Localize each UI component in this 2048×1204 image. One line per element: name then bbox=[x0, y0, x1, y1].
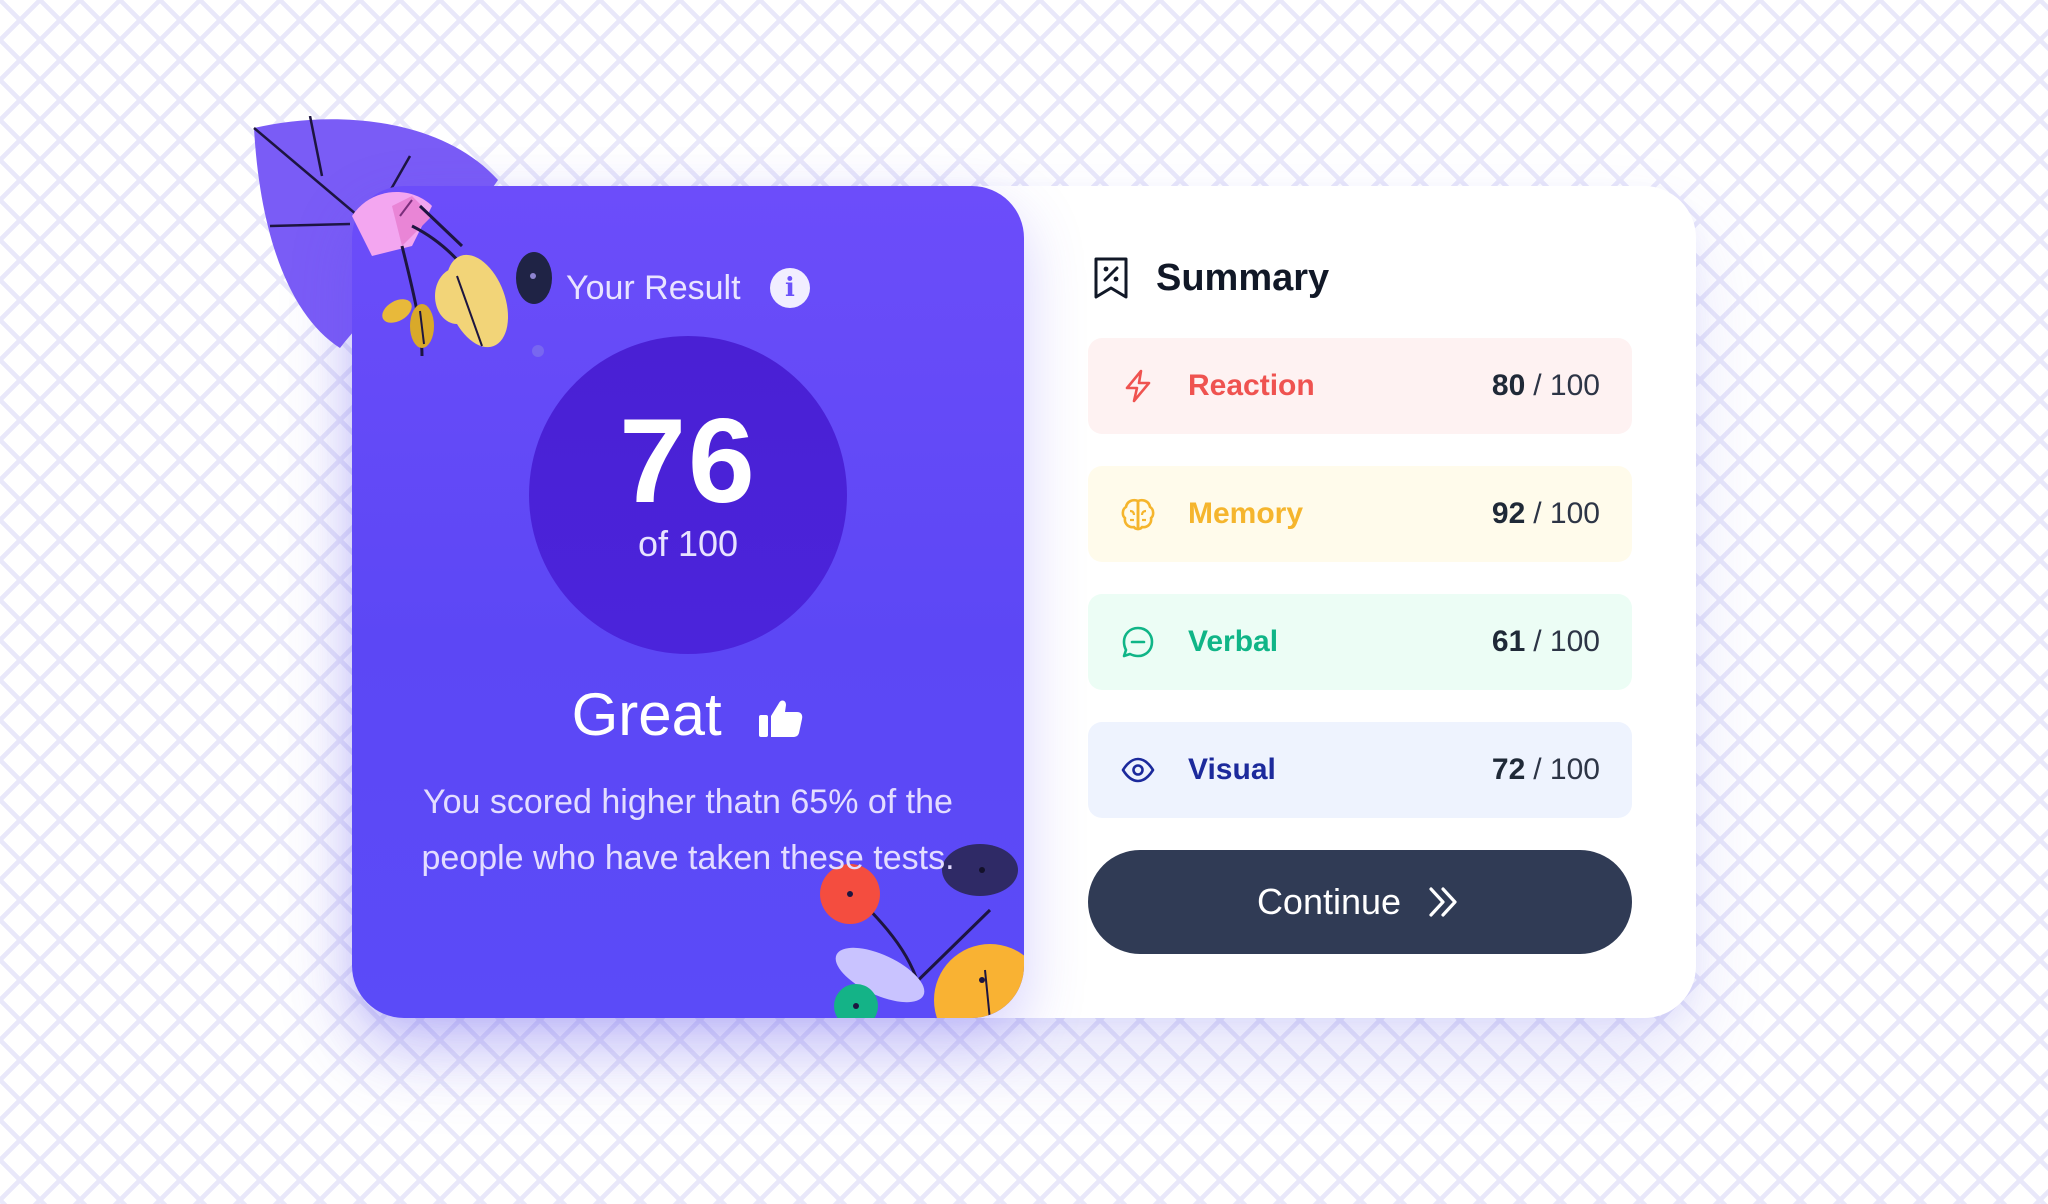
result-heading-text: Your Result bbox=[566, 269, 741, 308]
category-max: / 100 bbox=[1533, 497, 1600, 530]
eye-icon bbox=[1121, 757, 1155, 783]
chat-bubble-icon bbox=[1122, 626, 1154, 658]
category-reaction: Reaction 80 / 100 bbox=[1088, 338, 1632, 434]
score-value: 76 bbox=[619, 394, 757, 528]
category-max: / 100 bbox=[1533, 369, 1600, 402]
continue-label: Continue bbox=[1256, 881, 1402, 922]
category-name: Reaction bbox=[1188, 369, 1315, 402]
category-score: 61 bbox=[1491, 625, 1526, 658]
category-memory: Memory 92 / 100 bbox=[1088, 466, 1632, 562]
result-description: You scored higher thatn 65% of the peopl… bbox=[421, 783, 955, 877]
summary-title: Summary bbox=[1156, 256, 1330, 299]
category-name: Verbal bbox=[1188, 625, 1279, 658]
rating: Great bbox=[352, 678, 1024, 752]
category-max: / 100 bbox=[1533, 753, 1600, 786]
rating-text: Great bbox=[571, 681, 722, 748]
score-total: of 100 bbox=[637, 523, 739, 564]
info-icon[interactable]: i bbox=[769, 268, 810, 309]
result-heading: Your Result i bbox=[352, 262, 1024, 312]
continue-button[interactable]: Continue bbox=[1088, 850, 1632, 954]
receipt-icon bbox=[1094, 257, 1128, 299]
category-visual: Visual 72 / 100 bbox=[1088, 722, 1632, 818]
category-score: 72 bbox=[1491, 753, 1526, 786]
category-name: Memory bbox=[1188, 497, 1304, 530]
double-chevron-right-icon bbox=[1429, 887, 1457, 917]
summary-header: Summary bbox=[1092, 254, 1329, 302]
lightning-icon bbox=[1125, 369, 1151, 403]
category-name: Visual bbox=[1188, 753, 1276, 786]
brain-icon bbox=[1121, 498, 1155, 531]
thumbs-up-icon bbox=[759, 700, 803, 738]
category-max: / 100 bbox=[1533, 625, 1600, 658]
category-score: 92 bbox=[1491, 497, 1526, 530]
score-circle: 76 of 100 bbox=[529, 336, 847, 654]
category-score: 80 bbox=[1491, 369, 1526, 402]
category-verbal: Verbal 61 / 100 bbox=[1088, 594, 1632, 690]
